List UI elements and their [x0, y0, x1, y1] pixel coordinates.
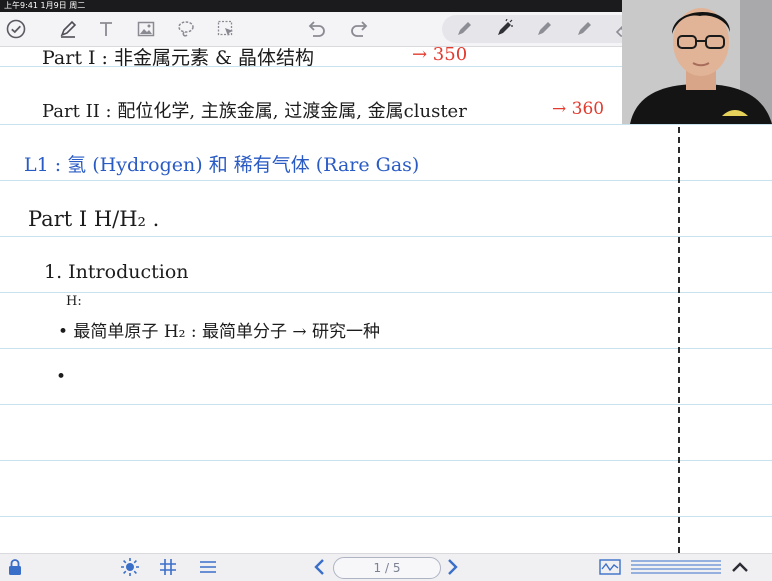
lasso-icon[interactable]: [174, 17, 198, 41]
redo-icon[interactable]: [348, 17, 372, 41]
bullet-item-2: •: [56, 367, 67, 387]
pointer-icon[interactable]: [214, 17, 238, 41]
brightness-icon[interactable]: [118, 556, 142, 578]
lesson-title: L1 : 氢 (Hydrogen) 和 稀有气体 (Rare Gas): [24, 154, 420, 176]
page-indicator[interactable]: 1 / 5: [333, 557, 441, 579]
pen-icon[interactable]: [56, 17, 80, 41]
margin-divider: [678, 117, 680, 553]
checkmark-circle-icon[interactable]: [4, 17, 28, 41]
signal-wave-icon[interactable]: [598, 556, 622, 578]
bullet-item-1: • 最简单原子 H₂ : 最简单分子 → 研究一种: [58, 322, 381, 342]
webcam-video: [622, 0, 772, 124]
lines-icon[interactable]: [196, 556, 220, 578]
status-time-date: 上午9:41 1月9日 周二: [4, 1, 86, 10]
grid-icon[interactable]: [156, 556, 180, 578]
image-icon[interactable]: [134, 17, 158, 41]
page-thumbnail-lines-icon[interactable]: [630, 556, 722, 578]
undo-icon[interactable]: [304, 17, 328, 41]
pen-preset-icon[interactable]: [572, 17, 596, 41]
bottom-bar: 1 / 5: [0, 553, 772, 581]
subsection-heading: 1. Introduction: [44, 261, 189, 283]
lock-icon[interactable]: [4, 556, 26, 578]
note-part2-line: Part II : 配位化学, 主族金属, 过渡金属, 金属cluster: [42, 101, 467, 122]
note-part1-page-ref: → 350: [412, 47, 468, 65]
pen-preset-icon[interactable]: [452, 17, 476, 41]
prev-page-chevron-icon[interactable]: [308, 556, 330, 578]
pen-preset-icon[interactable]: [532, 17, 556, 41]
next-page-chevron-icon[interactable]: [442, 556, 464, 578]
pen-preset-selected-icon[interactable]: [492, 17, 516, 41]
section-heading: Part I H/H₂ .: [28, 207, 160, 231]
note-part2-page-ref: → 360: [552, 99, 605, 119]
note-part1-line: Part I : 非金属元素 & 晶体结构: [42, 47, 314, 69]
annotation-h: H:: [66, 294, 82, 309]
pen-presets: [442, 15, 652, 43]
presenter-image: [622, 0, 772, 124]
text-icon[interactable]: [94, 17, 118, 41]
expand-chevron-up-icon[interactable]: [730, 556, 750, 578]
